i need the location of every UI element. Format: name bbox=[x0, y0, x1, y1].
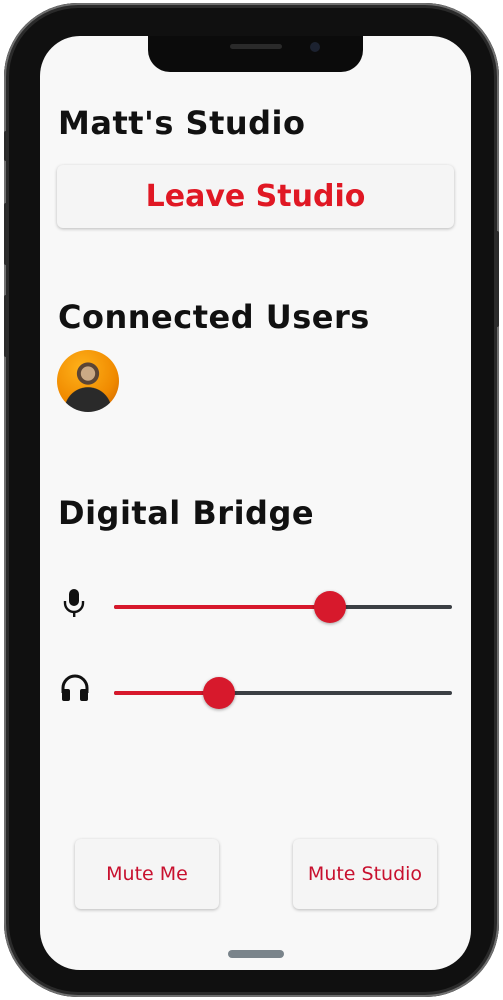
user-avatar[interactable] bbox=[57, 350, 119, 412]
headphones-volume-slider[interactable] bbox=[114, 677, 452, 709]
leave-studio-button[interactable]: Leave Studio bbox=[57, 165, 454, 228]
volume-down-button bbox=[4, 295, 9, 357]
digital-bridge-heading: Digital Bridge bbox=[58, 494, 315, 532]
notch bbox=[148, 36, 363, 72]
connected-users-heading: Connected Users bbox=[58, 298, 370, 336]
headphones-slider-thumb[interactable] bbox=[202, 677, 235, 709]
microphone-icon bbox=[63, 589, 85, 617]
mute-studio-button[interactable]: Mute Studio bbox=[293, 839, 437, 909]
mute-me-button[interactable]: Mute Me bbox=[75, 839, 219, 909]
home-indicator[interactable] bbox=[228, 950, 284, 958]
front-camera bbox=[310, 42, 320, 52]
power-button bbox=[494, 231, 499, 327]
silent-switch bbox=[4, 131, 9, 161]
volume-up-button bbox=[4, 203, 9, 265]
studio-title: Matt's Studio bbox=[58, 104, 306, 142]
mic-slider-thumb[interactable] bbox=[314, 591, 347, 623]
screen: Matt's Studio Leave Studio Connected Use… bbox=[40, 36, 471, 970]
mic-volume-slider[interactable] bbox=[114, 591, 452, 623]
mic-slider-fill bbox=[114, 605, 331, 609]
headphones-icon bbox=[61, 674, 89, 701]
phone-frame: Matt's Studio Leave Studio Connected Use… bbox=[4, 3, 499, 997]
speaker-grille bbox=[230, 44, 282, 49]
